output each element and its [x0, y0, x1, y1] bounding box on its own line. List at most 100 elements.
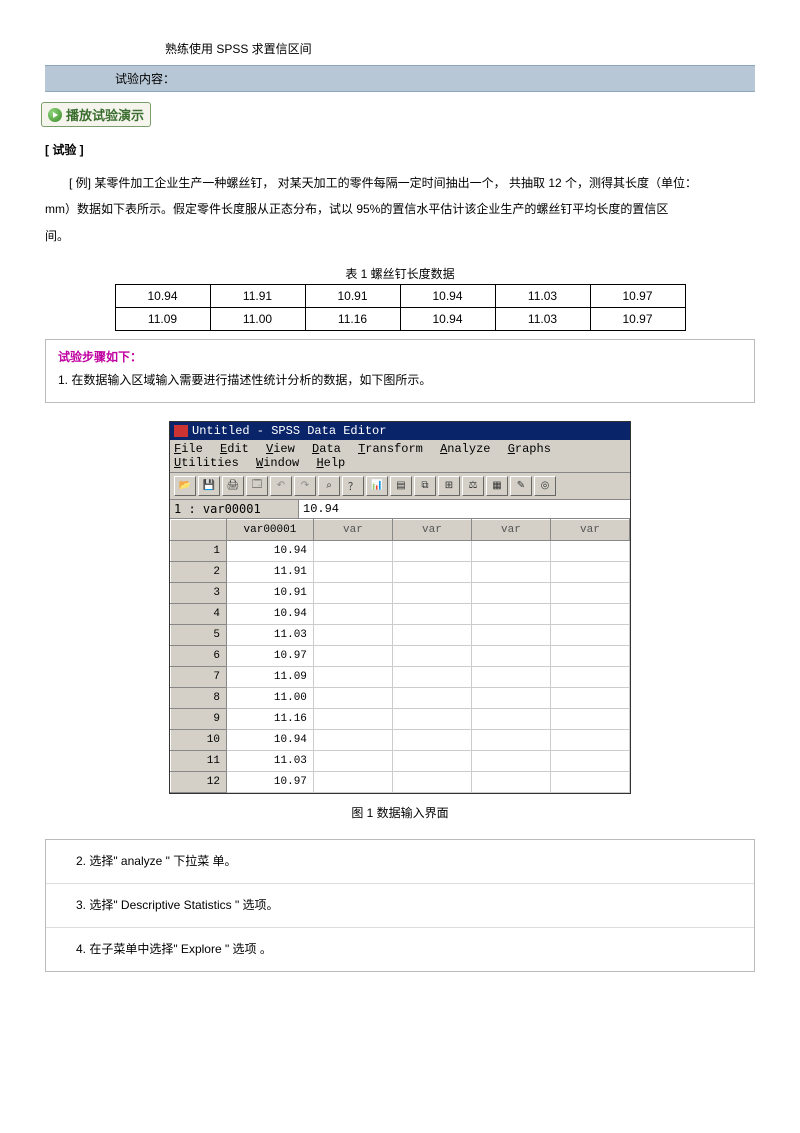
play-demo-button[interactable]: 播放试验演示	[41, 102, 151, 127]
grid-cell[interactable]	[471, 708, 550, 729]
menu-utilities[interactable]: Utilities	[174, 456, 239, 470]
rownum[interactable]: 3	[171, 582, 227, 603]
grid-cell[interactable]: 11.03	[226, 624, 313, 645]
tool-goto-icon[interactable]: ⌕	[318, 476, 340, 496]
menu-analyze[interactable]: Analyze	[440, 442, 490, 456]
grid-cell[interactable]	[392, 624, 471, 645]
grid-cell[interactable]	[392, 540, 471, 561]
menu-view[interactable]: View	[266, 442, 295, 456]
cell-edit[interactable]: 10.94	[299, 500, 630, 518]
rownum[interactable]: 4	[171, 603, 227, 624]
col-empty[interactable]: var	[313, 519, 392, 540]
grid-cell[interactable]	[471, 540, 550, 561]
grid-cell[interactable]	[392, 645, 471, 666]
grid-cell[interactable]	[313, 645, 392, 666]
grid-cell[interactable]	[471, 666, 550, 687]
menu-help[interactable]: Help	[316, 456, 345, 470]
grid-cell[interactable]	[471, 624, 550, 645]
grid-cell[interactable]	[313, 750, 392, 771]
tool-insert-icon[interactable]: ⧉	[414, 476, 436, 496]
rownum[interactable]: 6	[171, 645, 227, 666]
tool-undo-icon[interactable]: ↶	[270, 476, 292, 496]
grid-cell[interactable]: 10.97	[226, 771, 313, 792]
tool-find-icon[interactable]: ？	[342, 476, 364, 496]
tool-redo-icon[interactable]: ↷	[294, 476, 316, 496]
tool-vars-icon[interactable]: ▤	[390, 476, 412, 496]
grid-cell[interactable]	[550, 624, 629, 645]
tool-select-icon[interactable]: ▦	[486, 476, 508, 496]
menu-transform[interactable]: Transform	[358, 442, 423, 456]
col-empty[interactable]: var	[471, 519, 550, 540]
grid-cell[interactable]: 10.94	[226, 603, 313, 624]
grid-cell[interactable]	[550, 666, 629, 687]
col-empty[interactable]: var	[392, 519, 471, 540]
col-var00001[interactable]: var00001	[226, 519, 313, 540]
grid-cell[interactable]	[392, 603, 471, 624]
rownum[interactable]: 5	[171, 624, 227, 645]
grid-cell[interactable]	[313, 666, 392, 687]
menu-data[interactable]: Data	[312, 442, 341, 456]
grid-cell[interactable]: 10.94	[226, 540, 313, 561]
tool-open-icon[interactable]: 📂	[174, 476, 196, 496]
grid-cell[interactable]: 11.09	[226, 666, 313, 687]
col-empty[interactable]: var	[550, 519, 629, 540]
grid-cell[interactable]: 11.16	[226, 708, 313, 729]
tool-dialog-icon[interactable]: 🗔	[246, 476, 268, 496]
tool-chart-icon[interactable]: 📊	[366, 476, 388, 496]
grid-cell[interactable]	[471, 603, 550, 624]
tool-print-icon[interactable]: 🖨	[222, 476, 244, 496]
rownum[interactable]: 7	[171, 666, 227, 687]
grid-cell[interactable]	[313, 624, 392, 645]
grid-cell[interactable]	[550, 750, 629, 771]
grid-cell[interactable]	[471, 561, 550, 582]
grid-cell[interactable]: 10.97	[226, 645, 313, 666]
grid-cell[interactable]	[392, 771, 471, 792]
grid-cell[interactable]: 10.91	[226, 582, 313, 603]
grid-cell[interactable]	[550, 687, 629, 708]
rownum[interactable]: 1	[171, 540, 227, 561]
menu-file[interactable]: File	[174, 442, 203, 456]
grid-cell[interactable]	[313, 603, 392, 624]
tool-value-icon[interactable]: ✎	[510, 476, 532, 496]
grid-cell[interactable]	[313, 540, 392, 561]
rownum[interactable]: 12	[171, 771, 227, 792]
grid-cell[interactable]	[392, 582, 471, 603]
tool-sets-icon[interactable]: ◎	[534, 476, 556, 496]
spss-data-grid[interactable]: var00001 var var var var 110.94 211.91 3…	[170, 519, 630, 793]
grid-cell[interactable]	[313, 582, 392, 603]
rownum[interactable]: 10	[171, 729, 227, 750]
grid-cell[interactable]	[550, 603, 629, 624]
rownum[interactable]: 9	[171, 708, 227, 729]
rownum[interactable]: 8	[171, 687, 227, 708]
grid-cell[interactable]	[313, 687, 392, 708]
grid-cell[interactable]	[471, 771, 550, 792]
grid-cell[interactable]: 10.94	[226, 729, 313, 750]
menu-graphs[interactable]: Graphs	[508, 442, 551, 456]
grid-cell[interactable]	[550, 708, 629, 729]
grid-cell[interactable]: 11.91	[226, 561, 313, 582]
grid-cell[interactable]	[550, 645, 629, 666]
grid-cell[interactable]	[471, 687, 550, 708]
grid-cell[interactable]	[313, 729, 392, 750]
grid-cell[interactable]	[392, 687, 471, 708]
menu-edit[interactable]: Edit	[220, 442, 249, 456]
tool-save-icon[interactable]: 💾	[198, 476, 220, 496]
grid-cell[interactable]	[550, 561, 629, 582]
grid-cell[interactable]	[313, 708, 392, 729]
grid-cell[interactable]	[313, 771, 392, 792]
tool-weight-icon[interactable]: ⚖	[462, 476, 484, 496]
grid-cell[interactable]	[471, 750, 550, 771]
grid-cell[interactable]	[471, 729, 550, 750]
grid-cell[interactable]	[392, 666, 471, 687]
grid-cell[interactable]	[550, 729, 629, 750]
rownum[interactable]: 11	[171, 750, 227, 771]
grid-cell[interactable]	[550, 540, 629, 561]
spss-menubar[interactable]: File Edit View Data Transform Analyze Gr…	[170, 440, 630, 473]
grid-cell[interactable]: 11.03	[226, 750, 313, 771]
menu-window[interactable]: Window	[256, 456, 299, 470]
tool-split-icon[interactable]: ⊞	[438, 476, 460, 496]
grid-cell[interactable]: 11.00	[226, 687, 313, 708]
grid-cell[interactable]	[550, 582, 629, 603]
grid-cell[interactable]	[471, 582, 550, 603]
grid-cell[interactable]	[392, 561, 471, 582]
